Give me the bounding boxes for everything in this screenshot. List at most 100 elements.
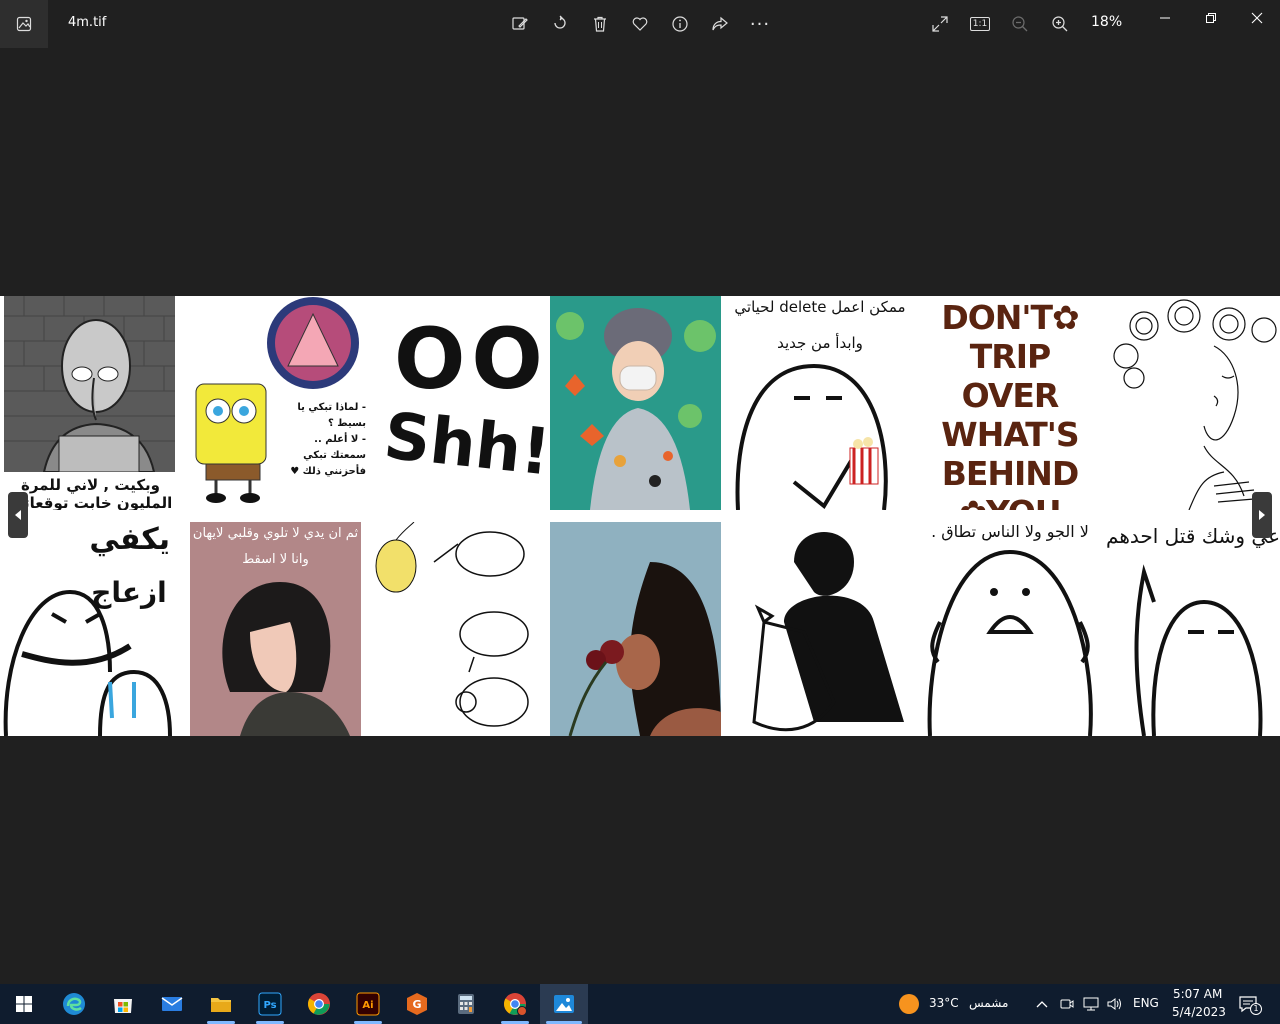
sponge-line-2: - لا أعلم ..: [314, 434, 366, 445]
taskbar-store[interactable]: [99, 984, 147, 1024]
notification-count: 1: [1250, 1003, 1262, 1015]
network-button[interactable]: [1082, 996, 1100, 1012]
next-image-button[interactable]: [1252, 492, 1272, 538]
previous-image-button[interactable]: [8, 492, 28, 538]
trash-icon: [594, 16, 606, 32]
zoom-out-icon: [1012, 16, 1028, 32]
notification-center-button[interactable]: 1: [1238, 994, 1262, 1015]
zoom-level[interactable]: 18%: [1091, 14, 1122, 30]
tile-cartoon-sequence: [374, 522, 538, 736]
file-name: 4m.tif: [68, 15, 107, 30]
tile-curly-hair-rose: [550, 522, 721, 736]
tile-masked-illustration: [550, 296, 721, 510]
rotate-icon: [554, 15, 566, 29]
favorite-button[interactable]: [625, 10, 655, 38]
tile-wajh-qatl: عي وشك قتل احدهم: [1104, 522, 1280, 736]
rotate-button[interactable]: [545, 10, 575, 38]
input-language[interactable]: ENG: [1133, 996, 1159, 1010]
more-options-button[interactable]: ···: [745, 10, 775, 38]
share-button[interactable]: [705, 10, 735, 38]
show-hidden-icons-button[interactable]: [1034, 996, 1050, 1012]
info-icon: [672, 16, 688, 32]
start-button[interactable]: [0, 984, 48, 1024]
clock-date[interactable]: 5/4/2023: [1172, 1005, 1226, 1019]
meet-icon: [1060, 999, 1074, 1009]
info-button[interactable]: [665, 10, 695, 38]
trip-line-5: ✿YOU: [920, 493, 1100, 510]
share-icon: [712, 16, 728, 31]
oo-text: OO: [394, 310, 546, 408]
zoom-in-icon: [1052, 16, 1068, 32]
store-icon: [114, 999, 132, 1013]
tile-squidward: وبكيت , لاني للمرة المليون خابت توقعاتي: [4, 296, 175, 510]
taskbar-calculator[interactable]: [442, 984, 490, 1024]
heart-icon: [632, 17, 648, 31]
weather-sun-icon[interactable]: [899, 994, 919, 1014]
sponge-line-1: - لماذا تبكي يا بسيط ؟: [297, 402, 366, 429]
folder-icon: [211, 998, 231, 1012]
svg-text:Ai: Ai: [362, 1000, 373, 1011]
zoom-in-button[interactable]: [1045, 10, 1075, 38]
speaker-icon: [1107, 998, 1121, 1010]
tile-trip-over: DON'T✿ TRIP OVER WHAT'S BEHIND ✿YOU: [920, 296, 1100, 510]
chevron-left-icon: [15, 510, 21, 520]
minimize-button[interactable]: [1142, 4, 1188, 32]
close-button[interactable]: [1234, 4, 1280, 32]
edit-image-button[interactable]: [505, 10, 535, 38]
taskbar-file-explorer[interactable]: [197, 984, 245, 1024]
delete-button[interactable]: [585, 10, 615, 38]
network-icon: [1083, 997, 1099, 1011]
taskbar-chrome[interactable]: [295, 984, 343, 1024]
svg-text:Ps: Ps: [263, 1000, 276, 1011]
edge-icon: [63, 993, 85, 1015]
actual-size-button[interactable]: 1:1: [965, 10, 995, 38]
spongebob-text: - لماذا تبكي يا بسيط ؟ - لا أعلم .. سمعت…: [270, 400, 366, 480]
taskbar-g-app[interactable]: G: [393, 984, 441, 1024]
tile-girl-with-cat: [724, 522, 916, 736]
mail-icon: [161, 997, 183, 1011]
sponge-line-4: فأحزنني ذلك ♥: [290, 466, 366, 477]
illustrator-icon: Ai: [356, 992, 380, 1016]
trip-line-1: DON'T✿: [941, 298, 1079, 337]
tile-yakfi: يكفي ازعاج: [0, 522, 185, 736]
chevron-up-icon: [1036, 1001, 1048, 1008]
trip-line-4: BEHIND: [941, 454, 1080, 493]
taskbar-chrome-profile[interactable]: [491, 984, 539, 1024]
title-bar: 4m.tif ··· 1:1 18%: [0, 0, 1280, 48]
volume-button[interactable]: [1106, 996, 1124, 1012]
taskbar-mail[interactable]: [148, 984, 196, 1024]
chevron-right-icon: [1259, 510, 1265, 520]
chrome-profile-icon: [504, 993, 527, 1016]
taskbar-edge[interactable]: [50, 984, 98, 1024]
tile-line-art-woman: [1104, 296, 1280, 510]
photos-icon: [554, 995, 574, 1013]
image-canvas[interactable]: وبكيت , لاني للمرة المليون خابت توقعاتي …: [0, 296, 1280, 736]
full-screen-button[interactable]: [925, 10, 955, 38]
shh-text: Shh!: [380, 399, 546, 491]
taskbar-illustrator[interactable]: Ai: [344, 984, 392, 1024]
restore-icon: [1206, 13, 1216, 23]
photos-app-icon[interactable]: [0, 0, 48, 48]
calculator-icon: [458, 994, 474, 1014]
svg-text:G: G: [412, 998, 421, 1011]
trip-line-2: TRIP OVER: [961, 337, 1060, 415]
tile-nas-tataq: لا الجو ولا الناس تطاق .: [920, 522, 1100, 736]
restore-button[interactable]: [1188, 4, 1234, 32]
g-app-icon: G: [407, 993, 427, 1015]
squidward-image: [4, 296, 175, 472]
photoshop-icon: Ps: [258, 992, 282, 1016]
taskbar: Ps Ai G 33°C مشمس ENG 5:07 AM 5/4/2023 1: [0, 984, 1280, 1024]
clock-time[interactable]: 5:07 AM: [1173, 987, 1222, 1001]
tile-oo-shh: OO Shh!: [374, 296, 546, 510]
tile-pink-girl: ثم ان يدي لا تلوي وقلبي لايهان وانا لا ا…: [190, 522, 361, 736]
windows-logo-icon: [16, 996, 32, 1012]
trip-over-text: DON'T✿ TRIP OVER WHAT'S BEHIND ✿YOU: [920, 298, 1100, 510]
taskbar-photos[interactable]: [540, 984, 588, 1024]
meet-now-button[interactable]: [1059, 996, 1075, 1012]
tile-spongebob: - لماذا تبكي يا بسيط ؟ - لا أعلم .. سمعت…: [178, 296, 370, 510]
weather-condition[interactable]: مشمس: [969, 996, 1008, 1010]
weather-temperature[interactable]: 33°C: [929, 996, 959, 1010]
close-icon: [1251, 12, 1263, 24]
zoom-out-button[interactable]: [1005, 10, 1035, 38]
taskbar-photoshop[interactable]: Ps: [246, 984, 294, 1024]
